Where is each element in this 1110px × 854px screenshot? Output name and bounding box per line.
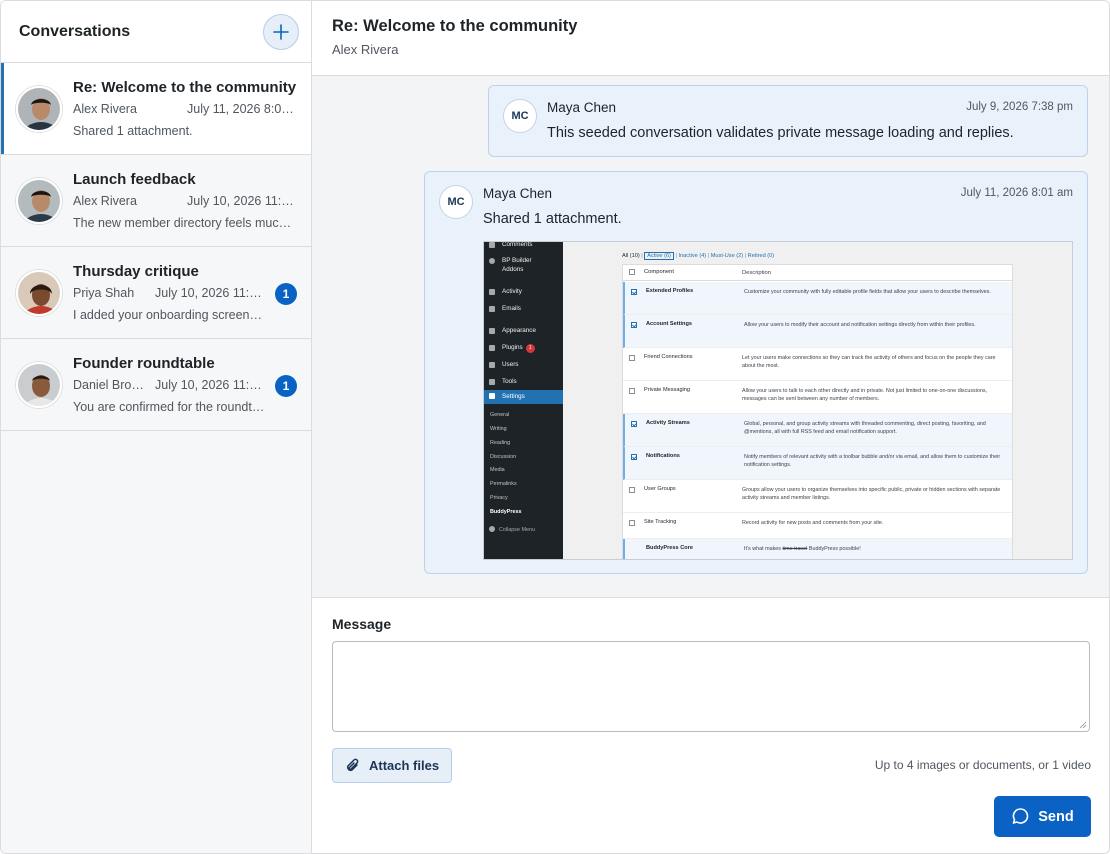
conversation-author: Alex Rivera — [73, 102, 137, 116]
collapse-menu: Collapse Menu — [489, 526, 535, 533]
thread-panel: Re: Welcome to the community Alex Rivera… — [312, 1, 1109, 853]
conversation-meta: Priya Shah July 10, 2026 11:32 am — [73, 284, 297, 302]
table-row: Site Tracking Record activity for new po… — [623, 513, 1012, 539]
wp-admin-menu: Comments BP Builder Addons Activity Emai… — [484, 242, 563, 559]
thread-header: Re: Welcome to the community Alex Rivera — [312, 1, 1109, 76]
chat-bubble-icon — [1012, 808, 1029, 824]
wp-menu-item: Tools — [484, 376, 563, 388]
messages-app: Conversations Re: Welcome to the communi… — [0, 0, 1110, 854]
message-list[interactable]: MC Maya Chen July 9, 2026 7:38 pm This s… — [312, 76, 1109, 597]
table-row: User Groups Groups allow your users to o… — [623, 480, 1012, 513]
conversation-author: Daniel Brooks — [73, 378, 147, 392]
conversation-item[interactable]: Founder roundtable Daniel Brooks July 10… — [1, 339, 311, 431]
conversation-title: Re: Welcome to the community — [73, 79, 297, 96]
wp-menu-item: Addons — [502, 266, 524, 273]
message-date: July 11, 2026 8:01 am — [960, 187, 1073, 199]
wp-menu-item: Emails — [484, 303, 563, 315]
sender-avatar: MC — [439, 185, 473, 219]
wp-menu-item-settings: Settings — [484, 390, 563, 404]
paperclip-icon — [346, 758, 359, 771]
conversations-sidebar: Conversations Re: Welcome to the communi… — [1, 1, 312, 853]
sidebar-header: Conversations — [1, 1, 311, 63]
conversation-date: July 10, 2026 11:32 am — [155, 378, 265, 392]
plus-icon — [273, 23, 289, 40]
wp-plugins-screen: All (10) | Active (6) | Inactive (4) | M… — [563, 242, 1072, 559]
conversation-body: Re: Welcome to the community Alex Rivera… — [73, 78, 297, 140]
attach-files-label: Attach files — [369, 758, 440, 773]
conversation-preview: You are confirmed for the roundtable — [73, 400, 276, 414]
message-label: Message — [332, 616, 392, 632]
conversation-date: July 11, 2026 8:01 am — [187, 102, 297, 116]
conversation-meta: Alex Rivera July 11, 2026 8:01 am — [73, 100, 297, 118]
message-text: This seeded conversation validates priva… — [547, 125, 1014, 141]
component-filters: All (10) | Active (6) | Inactive (4) | M… — [622, 252, 775, 260]
table-row: Friend Connections Let your users make c… — [623, 348, 1012, 381]
message-text: Shared 1 attachment. — [483, 211, 622, 227]
components-table: Component Description Extended Profiles … — [622, 264, 1013, 559]
attach-files-button[interactable]: Attach files — [332, 748, 452, 783]
conversation-item[interactable]: Re: Welcome to the community Alex Rivera… — [1, 63, 311, 155]
conversation-body: Founder roundtable Daniel Brooks July 10… — [73, 354, 297, 416]
sidebar-title: Conversations — [19, 22, 131, 40]
table-row: Notifications Notify members of relevant… — [623, 447, 1012, 480]
sender-name: Maya Chen — [547, 100, 617, 115]
avatar — [16, 86, 62, 132]
message-date: July 9, 2026 7:38 pm — [966, 101, 1073, 113]
table-header: Component Description — [623, 265, 1012, 281]
avatar — [16, 270, 62, 316]
send-label: Send — [1038, 808, 1074, 825]
thread-participant: Alex Rivera — [332, 42, 399, 57]
conversation-date: July 10, 2026 11:32 am — [187, 194, 297, 208]
avatar — [16, 178, 62, 224]
wp-menu-item: Activity — [484, 286, 563, 298]
new-conversation-button[interactable] — [263, 13, 299, 50]
table-row: Private Messaging Allow your users to ta… — [623, 381, 1012, 414]
conversation-preview: I added your onboarding screen to the cr… — [73, 308, 297, 322]
wp-menu-item: Appearance — [484, 325, 563, 337]
conversation-preview: The new member directory feels much clea… — [73, 216, 297, 230]
message-bubble: MC Maya Chen July 9, 2026 7:38 pm This s… — [488, 85, 1088, 157]
conversation-preview: Shared 1 attachment. — [73, 124, 193, 138]
conversation-title: Thursday critique — [73, 263, 199, 280]
table-row: Account Settings Allow your users to mod… — [623, 315, 1012, 348]
avatar — [16, 362, 62, 408]
resize-handle-icon[interactable] — [1079, 721, 1087, 729]
thread-title: Re: Welcome to the community — [332, 17, 578, 35]
message-textarea[interactable] — [332, 641, 1090, 732]
table-row: Activity Streams Global, personal, and g… — [623, 414, 1012, 447]
sender-avatar: MC — [503, 99, 537, 133]
sender-name: Maya Chen — [483, 186, 553, 201]
conversation-body: Launch feedback Alex Rivera July 10, 202… — [73, 170, 297, 232]
conversation-item[interactable]: Thursday critique Priya Shah July 10, 20… — [1, 247, 311, 339]
conversation-title: Founder roundtable — [73, 355, 215, 372]
table-row: Extended Profiles Customize your communi… — [623, 282, 1012, 315]
table-row: BuddyPress Core It's what makes time tra… — [623, 539, 1012, 559]
conversation-author: Priya Shah — [73, 286, 135, 300]
attachment-image[interactable]: Comments BP Builder Addons Activity Emai… — [483, 241, 1073, 560]
conversation-title: Launch feedback — [73, 171, 196, 188]
conversation-author: Alex Rivera — [73, 194, 137, 208]
unread-badge: 1 — [275, 283, 297, 305]
unread-badge: 1 — [275, 375, 297, 397]
send-button[interactable]: Send — [994, 796, 1091, 837]
conversation-item[interactable]: Launch feedback Alex Rivera July 10, 202… — [1, 155, 311, 247]
conversation-meta: Daniel Brooks July 10, 2026 11:32 am — [73, 376, 297, 394]
wp-menu-item: Users — [484, 359, 563, 371]
wp-menu-item: Plugins 1 — [484, 342, 563, 354]
conversation-date: July 10, 2026 11:32 am — [155, 286, 265, 300]
message-bubble: MC Maya Chen July 11, 2026 8:01 am Share… — [424, 171, 1088, 574]
reply-composer: Message Attach files Up to 4 images or d… — [312, 597, 1109, 853]
conversation-body: Thursday critique Priya Shah July 10, 20… — [73, 262, 297, 324]
attachment-hint: Up to 4 images or documents, or 1 video — [874, 758, 1091, 772]
wp-menu-item: Comments — [484, 242, 563, 251]
conversation-meta: Alex Rivera July 10, 2026 11:32 am — [73, 192, 297, 210]
